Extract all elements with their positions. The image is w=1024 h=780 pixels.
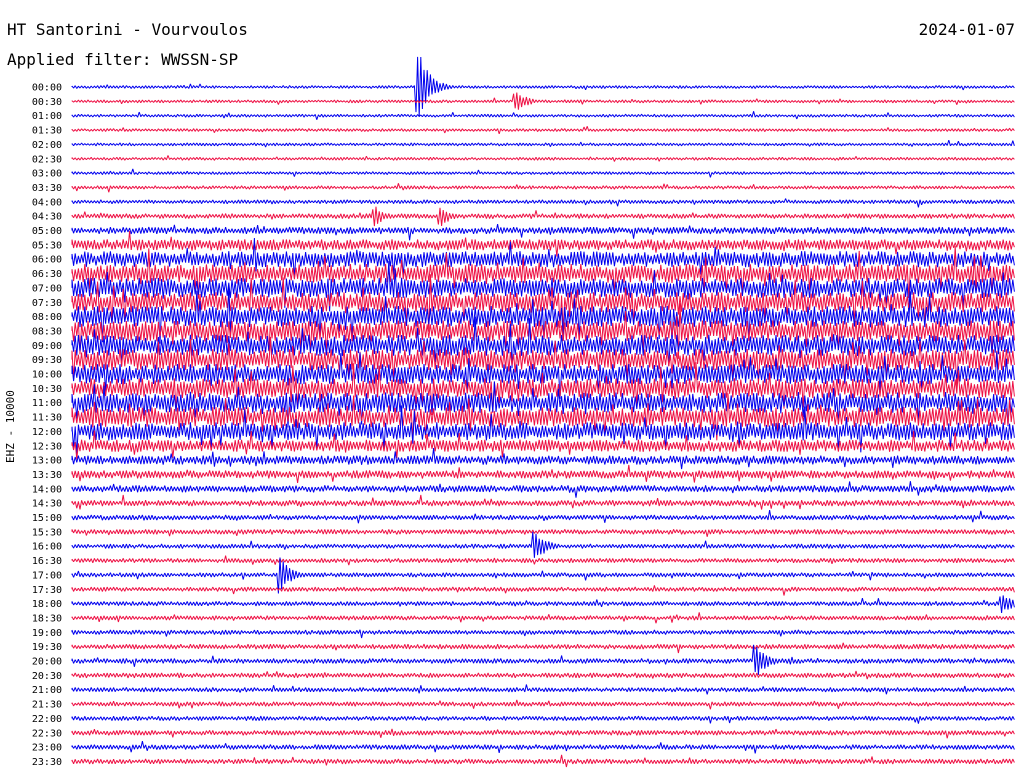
trace-row-0230 (71, 155, 1015, 162)
row-label: 15:30 (32, 527, 62, 538)
helicorder-page: HT Santorini - Vourvoulos 2024-01-07 App… (0, 0, 1024, 780)
row-label: 12:30 (32, 441, 62, 452)
row-label: 19:30 (32, 642, 62, 653)
row-label: 07:00 (32, 283, 62, 294)
trace-row-0300 (71, 168, 1015, 178)
trace-row-2230 (71, 728, 1015, 739)
trace-row-2100 (71, 684, 1015, 695)
row-label: 06:30 (32, 269, 62, 280)
trace-row-2030 (71, 670, 1015, 680)
row-label: 01:30 (32, 126, 62, 137)
row-label: 15:00 (32, 513, 62, 524)
row-label: 16:30 (32, 556, 62, 567)
row-label: 13:00 (32, 456, 62, 467)
row-label: 22:00 (32, 714, 62, 725)
trace-row-1400 (71, 481, 1015, 498)
row-label: 03:30 (32, 183, 62, 194)
trace-row-1900 (71, 629, 1015, 639)
trace-row-0030 (71, 92, 1015, 110)
trace-row-0430 (71, 206, 1015, 227)
row-label: 07:30 (32, 298, 62, 309)
trace-row-0530 (71, 231, 1015, 257)
row-label: 10:00 (32, 370, 62, 381)
row-label: 17:30 (32, 585, 62, 596)
trace-row-0200 (71, 139, 1015, 148)
row-label: 01:00 (32, 111, 62, 122)
trace-row-2330 (71, 754, 1015, 768)
row-label: 05:00 (32, 226, 62, 237)
trace-row-1800 (71, 595, 1015, 614)
trace-row-1530 (71, 528, 1015, 537)
row-label: 21:30 (32, 700, 62, 711)
trace-row-0330 (71, 183, 1015, 193)
row-label: 18:00 (32, 599, 62, 610)
helicorder-plot: 00:00 00:30 01:00 01:30 02:00 02:30 03:00 03:30… (32, 56, 1015, 768)
trace-row-1500 (71, 510, 1015, 524)
trace-row-1830 (71, 612, 1015, 624)
row-label: 14:30 (32, 499, 62, 510)
row-label: 09:30 (32, 355, 62, 366)
trace-row-0500 (71, 224, 1015, 241)
row-label: 05:30 (32, 240, 62, 251)
trace-row-1730 (71, 585, 1015, 596)
trace-row-1600 (71, 531, 1015, 558)
row-label: 22:30 (32, 728, 62, 739)
row-label: 11:30 (32, 413, 62, 424)
row-label: 19:00 (32, 628, 62, 639)
row-label: 02:30 (32, 154, 62, 165)
trace-row-0000 (71, 56, 1015, 117)
trace-row-1430 (71, 494, 1015, 510)
row-label: 03:00 (32, 169, 62, 180)
row-label: 18:30 (32, 613, 62, 624)
row-label: 02:00 (32, 140, 62, 151)
trace-row-0130 (71, 126, 1015, 135)
row-label: 08:00 (32, 312, 62, 323)
row-label: 20:30 (32, 671, 62, 682)
trace-row-2000 (71, 644, 1015, 675)
row-label: 23:00 (32, 743, 62, 754)
row-label: 17:00 (32, 570, 62, 581)
trace-row-2200 (71, 715, 1015, 724)
row-label: 23:30 (32, 757, 62, 768)
trace-row-1330 (71, 464, 1015, 483)
row-label: 13:30 (32, 470, 62, 481)
trace-row-1300 (71, 448, 1015, 470)
trace-row-0400 (71, 198, 1015, 208)
row-label: 11:00 (32, 398, 62, 409)
row-label: 08:30 (32, 326, 62, 337)
trace-row-2300 (71, 740, 1015, 754)
trace-row-0100 (71, 111, 1015, 120)
row-label: 04:30 (32, 212, 62, 223)
row-label: 21:00 (32, 685, 62, 696)
row-label: 00:30 (32, 97, 62, 108)
row-label: 00:00 (32, 83, 62, 94)
row-label: 20:00 (32, 657, 62, 668)
row-label: 09:00 (32, 341, 62, 352)
trace-row-1630 (71, 555, 1015, 566)
row-label: 12:00 (32, 427, 62, 438)
row-label: 10:30 (32, 384, 62, 395)
trace-row-2130 (71, 699, 1015, 710)
row-label: 14:00 (32, 484, 62, 495)
trace-row-1930 (71, 642, 1015, 654)
row-label: 06:00 (32, 255, 62, 266)
row-label: 04:00 (32, 197, 62, 208)
row-label: 16:00 (32, 542, 62, 553)
